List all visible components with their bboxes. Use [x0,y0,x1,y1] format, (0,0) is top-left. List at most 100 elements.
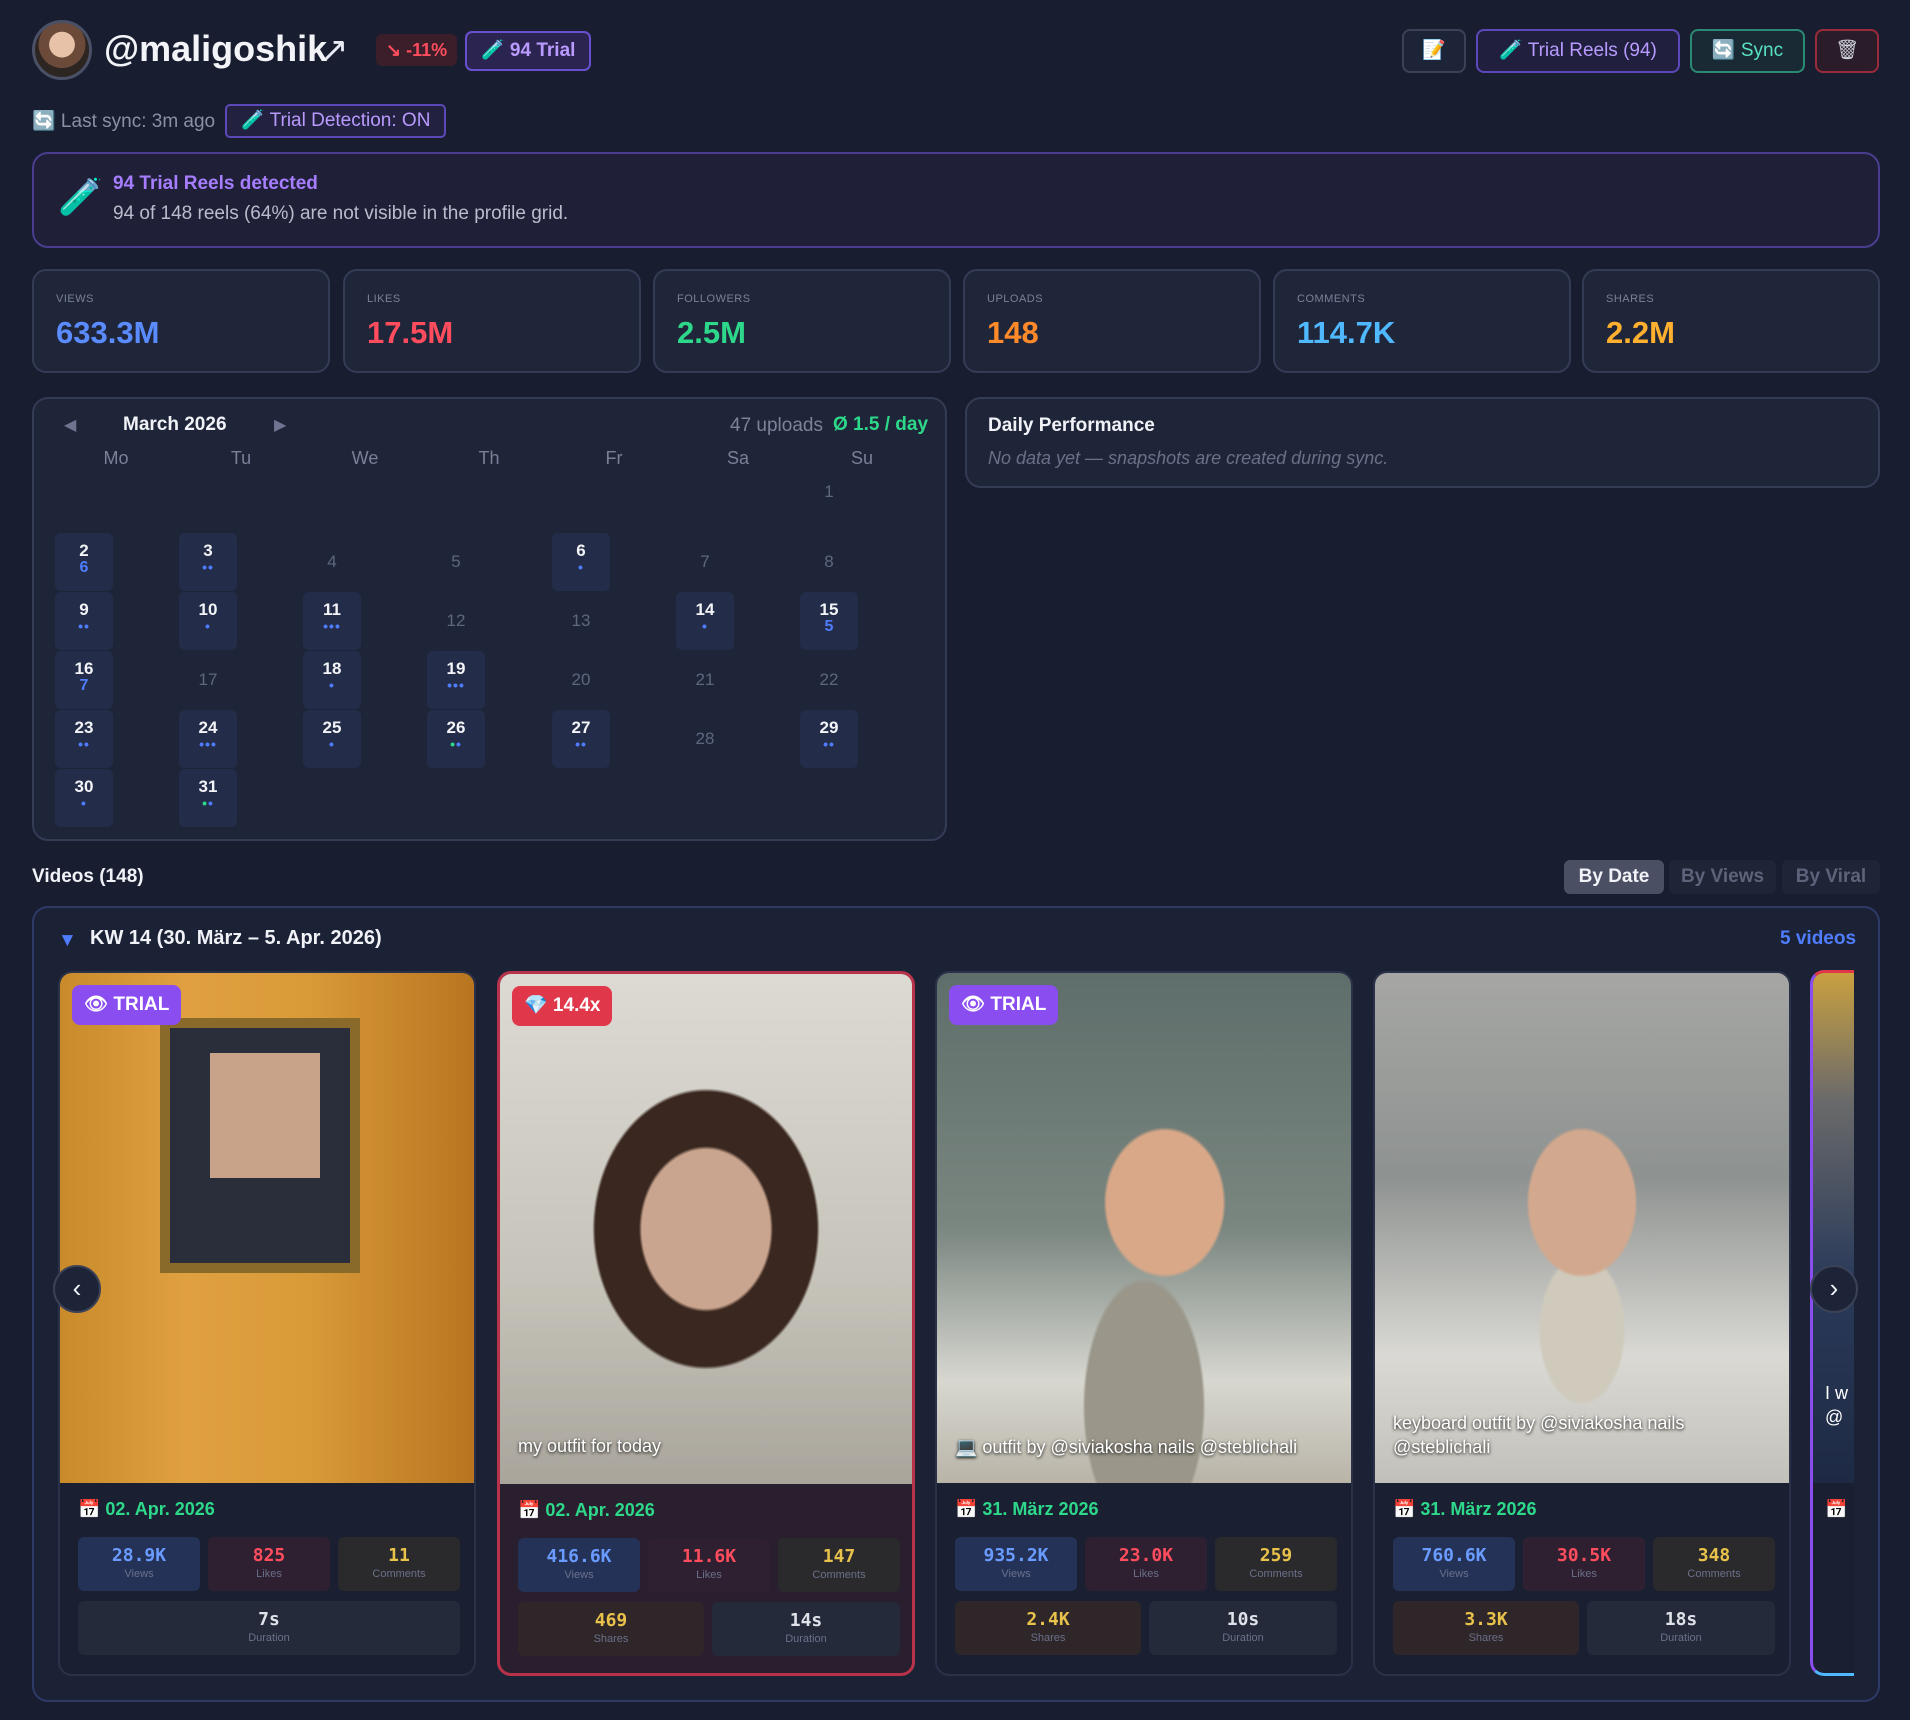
sort-by-views-tab[interactable]: By Views [1669,860,1776,894]
calendar-day[interactable]: 23 •• [55,710,113,768]
weekday-label: We [351,448,379,468]
calendar-day[interactable]: 21 [676,651,734,709]
daily-performance-panel [965,397,1880,488]
calendar-day[interactable]: 20 [552,651,610,709]
stat-card-followers: FOLLOWERS 2.5M [653,269,951,373]
profile-username: @maligoshik [104,28,328,69]
stat-label: SHARES [1606,293,1655,305]
calendar-day[interactable]: 11 ••• [303,592,361,650]
metric-duration: 18s Duration [1587,1601,1775,1655]
video-card[interactable]: 👁 TRIAL 📅 02. Apr. 2026 28.9K Views 825 Li… [58,971,476,1676]
calendar-day[interactable]: 4 [303,533,361,591]
calendar-day[interactable]: 14 • [676,592,734,650]
video-date: 📅 31. März 2026 [955,1499,1099,1519]
weekday-label: Sa [726,448,750,468]
video-caption: my outfit for today [518,1436,662,1456]
daily-performance-title: Daily Performance [988,415,1155,436]
stat-label: COMMENTS [1297,293,1366,305]
stat-label: LIKES [367,293,401,305]
stat-card-uploads: UPLOADS 148 [963,269,1261,373]
calendar-day[interactable]: 26 [55,533,113,591]
calendar-day[interactable]: 1 [800,474,858,532]
calendar-day[interactable]: 9 •• [55,592,113,650]
video-card[interactable]: 💎 14.4x my outfit for today 📅 02. Apr. 2… [497,971,915,1676]
stat-label: UPLOADS [987,293,1044,305]
calendar-day[interactable]: 24 ••• [179,710,237,768]
next-month-icon[interactable]: ▶ [274,415,286,435]
calendar-day[interactable]: 3 •• [179,533,237,591]
carousel-next-button[interactable]: › [1810,1265,1858,1313]
weekday-label: Fr [605,448,623,468]
external-link-icon[interactable]: ↗ [320,30,349,70]
video-thumbnail[interactable] [1375,973,1789,1483]
metric-likes: 23.0K Likes [1085,1537,1207,1591]
calendar-day[interactable]: 17 [179,651,237,709]
calendar-day[interactable]: 10 • [179,592,237,650]
video-card[interactable]: 👁 TRIAL 💻 outfit by @siviakosha nails @s… [935,971,1353,1676]
video-thumbnail[interactable] [937,973,1351,1483]
avatar[interactable] [32,20,92,80]
calendar-daily-rate: Ø 1.5 / day [833,414,929,435]
calendar-day[interactable]: 7 [676,533,734,591]
video-date: 📅 [1825,1499,1848,1519]
calendar-day[interactable]: 25 • [303,710,361,768]
trend-badge: ↘ -11% [376,34,458,66]
trial-banner [32,152,1880,248]
trial-tag: 👁 TRIAL [949,985,1059,1025]
week-video-count: 5 videos [1780,928,1857,949]
metric-comments: 348 Comments [1653,1537,1775,1591]
prev-month-icon[interactable]: ◀ [64,415,76,435]
metric-views: 760.6K Views [1393,1537,1515,1591]
stat-label: VIEWS [56,293,94,305]
carousel-prev-button[interactable]: ‹ [53,1265,101,1313]
calendar-day[interactable]: 29 •• [800,710,858,768]
calendar-day[interactable]: 8 [800,533,858,591]
calendar-day[interactable]: 12 [427,592,485,650]
delete-button[interactable]: 🗑 [1815,29,1879,73]
daily-performance-empty: No data yet — snapshots are created duri… [988,448,1389,468]
trial-detection-badge[interactable]: 🧪 Trial Detection: ON [225,104,447,138]
video-date: 📅 31. März 2026 [1393,1499,1537,1519]
calendar-day[interactable]: 27 •• [552,710,610,768]
video-card[interactable]: I w @ 📅 [1810,970,1854,1676]
trial-reels-button[interactable]: 🧪 Trial Reels (94) [1476,29,1680,73]
calendar-day[interactable]: 13 [552,592,610,650]
collapse-triangle-icon[interactable]: ▼ [58,930,77,952]
calendar-day[interactable]: 18 • [303,651,361,709]
stat-value: 148 [987,315,1039,350]
calendar-day[interactable]: 6 • [552,533,610,591]
stat-value: 2.2M [1606,315,1675,350]
stat-value: 114.7K [1297,315,1396,350]
sort-by-viral-tab[interactable]: By Viral [1782,860,1880,894]
calendar-day[interactable]: 30 • [55,769,113,827]
calendar-day[interactable]: 26 •• [427,710,485,768]
metric-likes: 30.5K Likes [1523,1537,1645,1591]
week-title[interactable]: KW 14 (30. März – 5. Apr. 2026) [90,927,382,950]
metric-duration: 7s Duration [78,1601,460,1655]
stat-card-shares: SHARES 2.2M [1582,269,1880,373]
calendar-day[interactable]: 15 5 [800,592,858,650]
calendar-day[interactable]: 31 •• [179,769,237,827]
video-card[interactable]: keyboard outfit by @siviakosha nails @st… [1373,971,1791,1676]
calendar-day[interactable]: 22 [800,651,858,709]
metric-shares: 469 Shares [518,1602,704,1656]
metric-views: 416.6K Views [518,1538,640,1592]
calendar-day[interactable]: 19 ••• [427,651,485,709]
video-thumbnail[interactable] [500,974,912,1484]
metric-shares: 3.3K Shares [1393,1601,1579,1655]
metric-views: 28.9K Views [78,1537,200,1591]
calendar-day[interactable]: 28 [676,710,734,768]
metric-comments: 147 Comments [778,1538,900,1592]
calendar-day[interactable]: 5 [427,533,485,591]
calendar-day[interactable]: 16 7 [55,651,113,709]
metric-views: 935.2K Views [955,1537,1077,1591]
notes-button[interactable]: 📝 [1402,29,1466,73]
trial-count-badge: 🧪 94 Trial [465,31,592,71]
video-thumbnail[interactable] [60,973,474,1483]
banner-title: 94 Trial Reels detected [113,173,318,194]
sort-by-date-tab[interactable]: By Date [1564,860,1664,894]
stat-value: 633.3M [56,315,160,350]
metric-comments: 259 Comments [1215,1537,1337,1591]
sync-button[interactable]: 🔄 Sync [1690,29,1805,73]
weekday-label: Tu [230,448,252,468]
